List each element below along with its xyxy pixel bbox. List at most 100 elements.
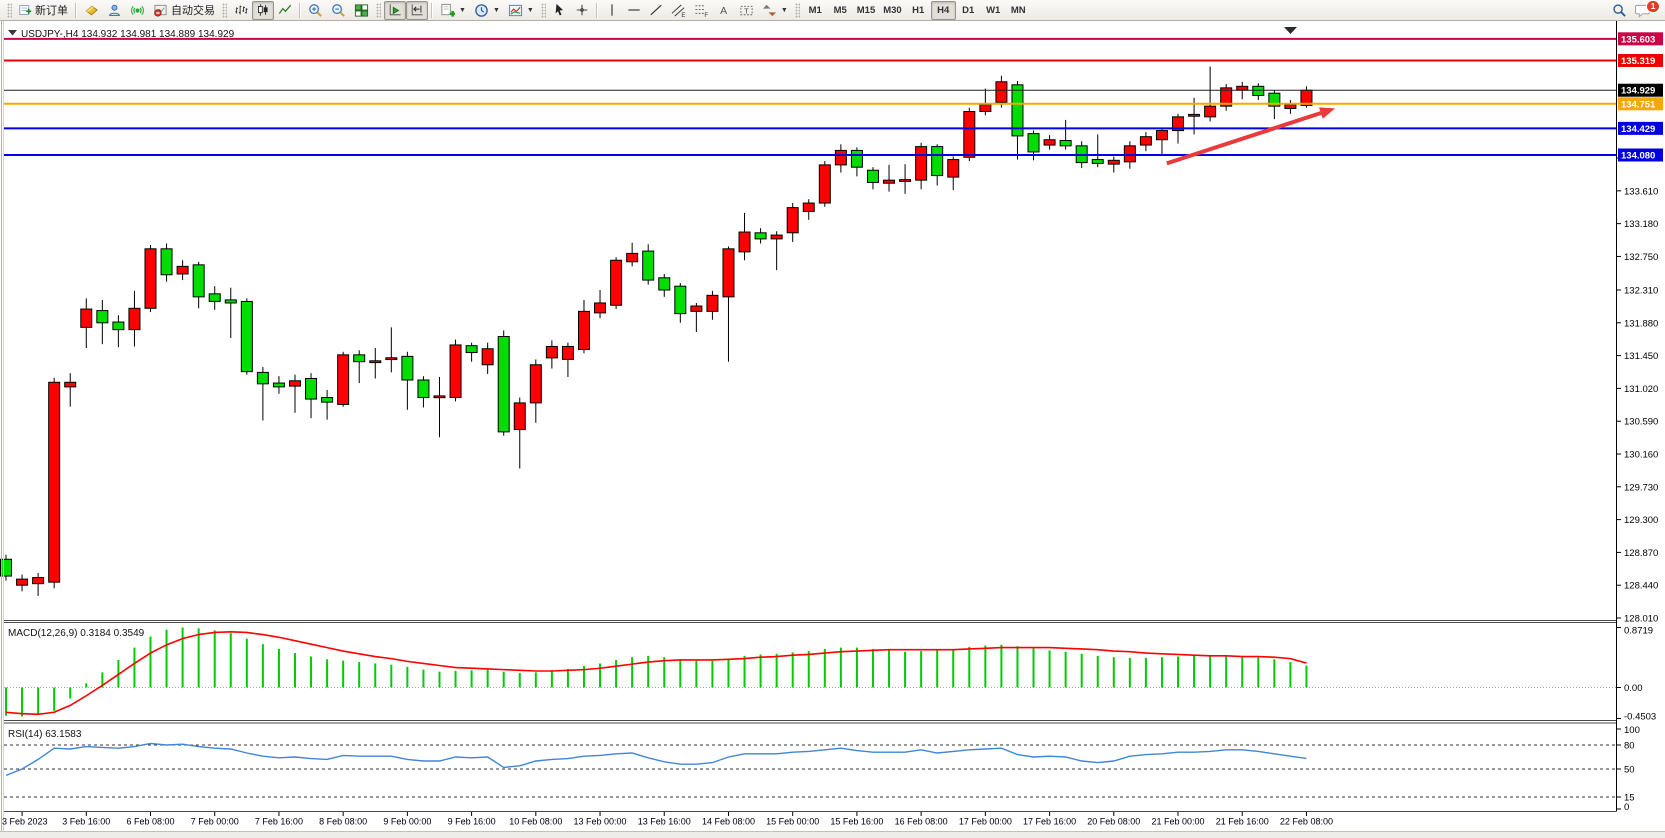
bars-chart-button[interactable]: [230, 1, 252, 20]
timeframe-M30[interactable]: M30: [879, 1, 905, 20]
time-axis-label: 14 Feb 08:00: [702, 817, 755, 827]
timeframe-H1[interactable]: H1: [906, 1, 931, 20]
candle-body: [964, 112, 975, 158]
tile-windows-button[interactable]: [350, 1, 373, 20]
separator: [431, 3, 433, 18]
timeframe-M15[interactable]: M15: [853, 1, 879, 20]
timeframe-W1[interactable]: W1: [981, 1, 1006, 20]
shapes-button[interactable]: ▼: [758, 1, 792, 20]
price-tick-label: 130.160: [1624, 450, 1658, 461]
candle-body: [1124, 146, 1135, 162]
search-button[interactable]: [1608, 1, 1631, 20]
candle-body: [418, 380, 429, 398]
dropdown-caret: ▼: [493, 7, 500, 14]
candle-body: [803, 203, 814, 211]
svg-text:A: A: [720, 5, 727, 17]
candles-chart-button[interactable]: [252, 1, 274, 20]
price-tick-label: 128.440: [1624, 581, 1658, 592]
time-axis-label: 3 Feb 16:00: [62, 817, 110, 827]
text-button[interactable]: A: [713, 1, 735, 20]
separator: [75, 3, 77, 18]
toolbar-gripper[interactable]: [222, 3, 227, 18]
time-axis-label: 16 Feb 08:00: [895, 817, 948, 827]
periods-button[interactable]: ▼: [470, 1, 504, 20]
toolbar-gripper[interactable]: [795, 3, 800, 18]
price-badge-label: 135.319: [1621, 56, 1655, 67]
candle-body: [755, 233, 766, 239]
timeframe-M1[interactable]: M1: [803, 1, 828, 20]
candle-body: [129, 308, 140, 329]
cursor-button[interactable]: [549, 1, 571, 20]
shapes-icon: [762, 3, 777, 18]
candle-body: [113, 322, 124, 330]
candle-body: [948, 160, 959, 178]
equidistant-channel-button[interactable]: E: [667, 1, 690, 20]
candle-body: [145, 249, 156, 308]
rsi-axis-label: 100: [1624, 725, 1640, 736]
timeframe-H4[interactable]: H4: [931, 1, 956, 20]
new-order-button[interactable]: 新订单: [15, 1, 72, 20]
candle-body: [643, 251, 654, 280]
time-axis-label: 22 Feb 08:00: [1280, 817, 1333, 827]
candle-body: [996, 82, 1007, 103]
signals-button[interactable]: [126, 1, 149, 20]
time-axis-label: 9 Feb 00:00: [383, 817, 431, 827]
crosshair-button[interactable]: [571, 1, 593, 20]
metaeditor-button[interactable]: [80, 1, 103, 20]
fibonacci-icon: F: [694, 3, 709, 18]
time-axis-label: 13 Feb 00:00: [574, 817, 627, 827]
candle-body: [482, 349, 493, 365]
candle-body: [675, 286, 686, 313]
candle-body: [354, 355, 365, 362]
candle-body: [1028, 134, 1039, 152]
chart-shift-button[interactable]: [406, 1, 428, 20]
time-axis-label: 17 Feb 00:00: [959, 817, 1012, 827]
fibonacci-button[interactable]: F: [690, 1, 713, 20]
chart-canvas[interactable]: 134.040133.610133.180132.750132.310131.8…: [0, 0, 1665, 838]
price-badge-label: 134.429: [1621, 124, 1655, 135]
text-icon: A: [717, 3, 731, 17]
candle-body: [289, 381, 300, 386]
profiles-button[interactable]: [103, 1, 126, 20]
price-tick-label: 132.310: [1624, 286, 1658, 297]
text-label-button[interactable]: T: [735, 1, 758, 20]
candle-body: [819, 165, 830, 203]
candle-body: [867, 170, 878, 182]
metaeditor-icon: [84, 3, 99, 18]
macd-axis-label: 0.8719: [1624, 626, 1653, 637]
price-tick-label: 131.880: [1624, 318, 1658, 329]
toolbar-gripper[interactable]: [541, 3, 546, 18]
separator: [299, 3, 301, 18]
candle-body: [322, 398, 333, 403]
timeframe-MN[interactable]: MN: [1006, 1, 1031, 20]
trend-line-button[interactable]: [645, 1, 667, 20]
candle-body: [17, 579, 28, 585]
window-bottom-edge: [0, 832, 1665, 838]
auto-scroll-button[interactable]: [384, 1, 406, 20]
candle-body: [466, 346, 477, 353]
candle-body: [771, 235, 782, 239]
add-indicator-button[interactable]: ▼: [436, 1, 470, 20]
price-tick-label: 131.450: [1624, 351, 1658, 362]
toolbar-gripper[interactable]: [376, 3, 381, 18]
toolbar-gripper[interactable]: [7, 3, 12, 18]
rsi-axis-label: 80: [1624, 741, 1635, 752]
candle-body: [225, 300, 236, 303]
templates-button[interactable]: ▼: [504, 1, 538, 20]
horizontal-line-button[interactable]: [623, 1, 645, 20]
line-chart-button[interactable]: [274, 1, 296, 20]
time-axis-label: 15 Feb 00:00: [766, 817, 819, 827]
timeframe-D1[interactable]: D1: [956, 1, 981, 20]
vertical-line-button[interactable]: [601, 1, 623, 20]
candle-body: [81, 309, 92, 327]
chat-button[interactable]: 1: [1631, 1, 1655, 20]
zoom-out-button[interactable]: [327, 1, 350, 20]
equidistant-channel-icon: E: [671, 3, 686, 18]
zoom-in-button[interactable]: [304, 1, 327, 20]
dropdown-caret: ▼: [459, 7, 466, 14]
timeframe-M5[interactable]: M5: [828, 1, 853, 20]
horizontal-line-icon: [627, 3, 641, 17]
autotrading-button[interactable]: 自动交易: [149, 1, 219, 20]
candle-body: [980, 105, 991, 112]
crosshair-icon: [575, 3, 589, 17]
